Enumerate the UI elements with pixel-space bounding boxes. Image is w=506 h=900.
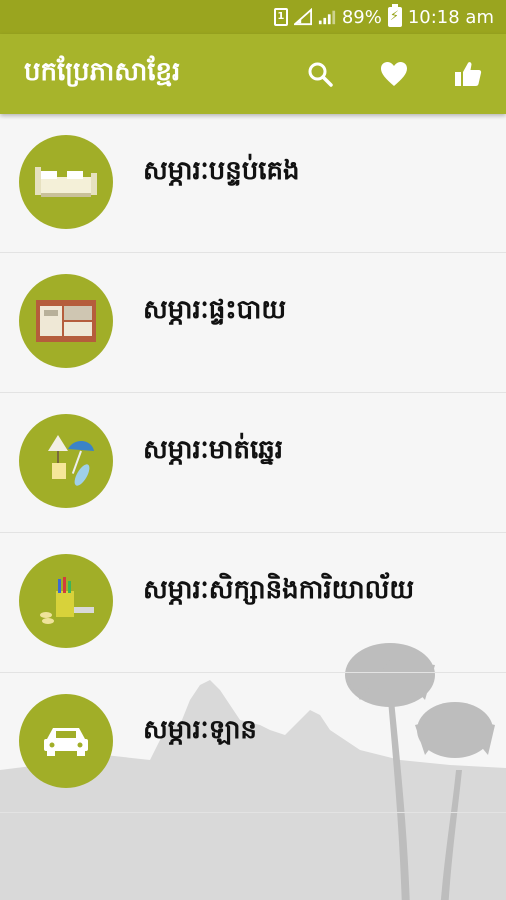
signal-sim2-icon — [318, 10, 335, 25]
category-list: សម្ភារៈបន្ទប់គេង សម្ភារៈផ្ទះបាយ សម្ភារៈម… — [0, 114, 506, 813]
status-time: 10:18 am — [407, 6, 494, 28]
battery-charging-icon: ⚡ — [387, 4, 402, 27]
list-item[interactable]: សម្ភារៈសិក្សានិងការិយាល័យ — [0, 533, 506, 673]
signal-sim1-icon — [293, 8, 312, 26]
category-label: សម្ភារៈមាត់ឆ្នេរ — [143, 435, 283, 465]
category-label: សម្ភារៈឡាន — [143, 715, 257, 745]
list-item[interactable]: សម្ភារៈផ្ទះបាយ — [0, 253, 506, 393]
sim-icon: 1 — [273, 8, 288, 26]
category-label: សម្ភារៈសិក្សានិងការិយាល័យ — [143, 575, 415, 605]
list-item[interactable]: សម្ភារៈមាត់ឆ្នេរ — [0, 393, 506, 533]
search-button[interactable] — [298, 52, 342, 96]
app-toolbar: បកប្រែភាសាខ្មែរ — [0, 34, 506, 114]
kitchen-icon — [19, 274, 113, 368]
category-label: សម្ភារៈបន្ទប់គេង — [143, 156, 300, 186]
stationery-icon — [19, 554, 113, 648]
bed-icon — [19, 135, 113, 229]
search-icon — [308, 62, 333, 87]
app-title: បកប្រែភាសាខ្មែរ — [24, 57, 181, 87]
category-label: សម្ភារៈផ្ទះបាយ — [143, 295, 287, 325]
like-button[interactable] — [446, 52, 490, 96]
battery-percentage: 89% — [341, 6, 382, 28]
car-icon — [19, 694, 113, 788]
favorites-button[interactable] — [372, 52, 416, 96]
beach-icon — [19, 414, 113, 508]
list-item[interactable]: សម្ភារៈបន្ទប់គេង — [0, 114, 506, 253]
list-item[interactable]: សម្ភារៈឡាន — [0, 673, 506, 813]
status-bar: 1 89% ⚡ 10:18 am — [0, 0, 506, 34]
heart-icon — [381, 62, 407, 86]
thumbs-up-icon — [455, 62, 482, 86]
